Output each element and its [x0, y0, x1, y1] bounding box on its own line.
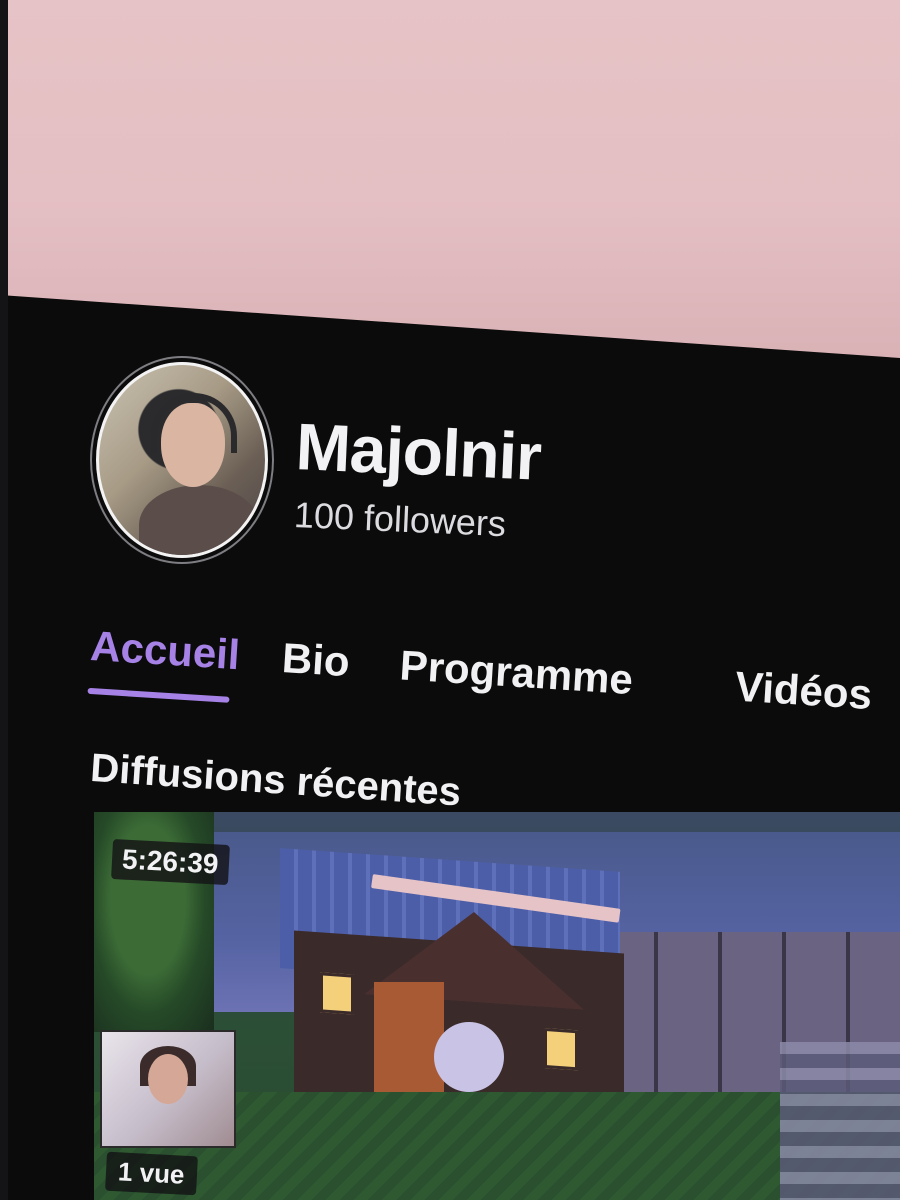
tab-accueil[interactable]: Accueil	[89, 622, 241, 679]
video-duration-badge: 5:26:39	[111, 838, 230, 886]
active-tab-indicator	[87, 687, 230, 703]
tab-programme[interactable]: Programme	[398, 641, 634, 704]
tab-videos[interactable]: Vidéos	[734, 663, 874, 720]
headset-icon	[151, 393, 237, 453]
video-views-badge: 1 vue	[105, 1151, 198, 1196]
house-window	[320, 972, 354, 1015]
tab-bio[interactable]: Bio	[281, 634, 351, 686]
avatar-body	[139, 485, 259, 555]
house-door	[374, 982, 444, 1092]
channel-name[interactable]: Majolnir	[294, 408, 542, 495]
follower-count: 100 followers	[293, 494, 507, 545]
game-character	[434, 1022, 504, 1092]
channel-avatar[interactable]	[96, 362, 268, 558]
webcam-face	[148, 1054, 188, 1104]
channel-header: Majolnir 100 followers Accueil Bio Progr…	[0, 0, 900, 1200]
section-title: Diffusions récentes	[89, 746, 463, 815]
thumbnail-overlay-panel	[780, 1042, 900, 1200]
webcam-overlay	[100, 1030, 236, 1148]
house-window	[544, 1027, 578, 1071]
